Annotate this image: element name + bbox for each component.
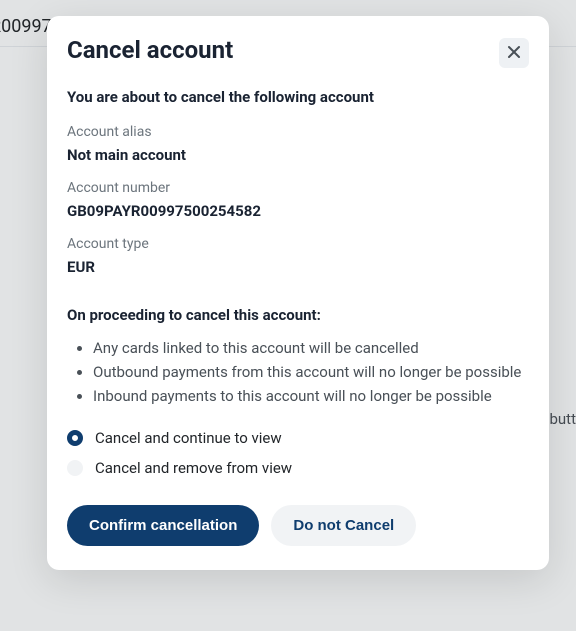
modal-actions: Confirm cancellation Do not Cancel [67,505,529,546]
account-type-label: Account type [67,236,529,252]
consequence-list: Any cards linked to this account will be… [67,338,529,407]
modal-title: Cancel account [67,36,233,64]
close-button[interactable] [499,38,529,68]
account-type-block: Account type EUR [67,236,529,276]
list-item: Any cards linked to this account will be… [93,338,529,360]
do-not-cancel-button[interactable]: Do not Cancel [271,505,416,546]
radio-label: Cancel and remove from view [95,459,292,477]
modal-subtitle: You are about to cancel the following ac… [67,88,529,106]
radio-continue-view[interactable]: Cancel and continue to view [67,429,529,447]
account-number-block: Account number GB09PAYR00997500254582 [67,180,529,220]
radio-label: Cancel and continue to view [95,429,282,447]
account-alias-label: Account alias [67,124,529,140]
account-alias-value: Not main account [67,146,529,164]
list-item: Inbound payments to this account will no… [93,386,529,408]
proceed-title: On proceeding to cancel this account: [67,306,529,324]
account-number-label: Account number [67,180,529,196]
account-number-value: GB09PAYR00997500254582 [67,202,529,220]
account-alias-block: Account alias Not main account [67,124,529,164]
radio-remove-view[interactable]: Cancel and remove from view [67,459,529,477]
radio-unchecked-icon [67,460,83,476]
close-icon [507,45,521,62]
modal-header: Cancel account [67,36,529,68]
confirm-cancellation-button[interactable]: Confirm cancellation [67,505,259,546]
cancel-account-modal: Cancel account You are about to cancel t… [47,16,549,570]
radio-checked-icon [67,430,83,446]
account-type-value: EUR [67,258,529,276]
list-item: Outbound payments from this account will… [93,362,529,384]
